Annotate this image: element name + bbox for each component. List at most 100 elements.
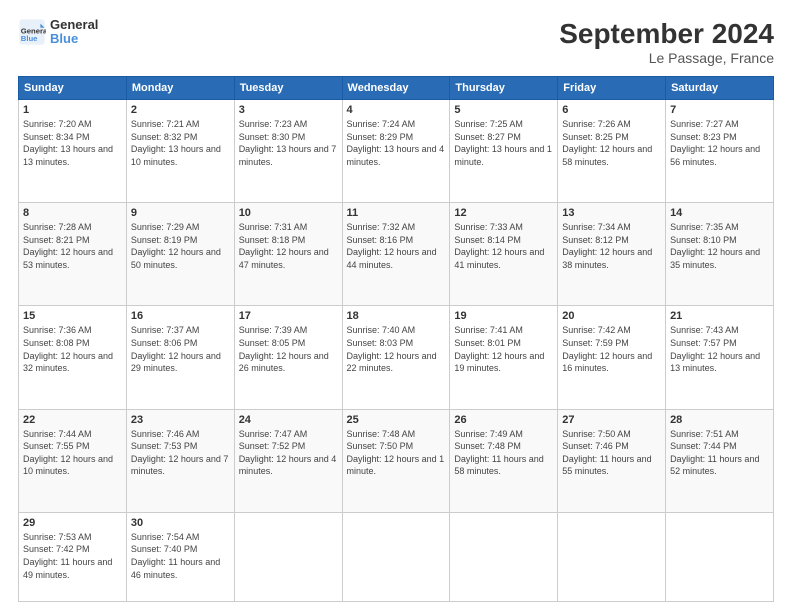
day-info: Sunrise: 7:48 AMSunset: 7:50 PMDaylight:…: [347, 428, 446, 478]
svg-text:Blue: Blue: [21, 34, 38, 43]
day-cell: 24 Sunrise: 7:47 AMSunset: 7:52 PMDaylig…: [234, 409, 342, 512]
title-block: September 2024 Le Passage, France: [559, 18, 774, 66]
day-info: Sunrise: 7:47 AMSunset: 7:52 PMDaylight:…: [239, 428, 338, 478]
day-info: Sunrise: 7:26 AMSunset: 8:25 PMDaylight:…: [562, 118, 661, 168]
day-info: Sunrise: 7:36 AMSunset: 8:08 PMDaylight:…: [23, 324, 122, 374]
day-cell: 15 Sunrise: 7:36 AMSunset: 8:08 PMDaylig…: [19, 306, 127, 409]
day-cell: 6 Sunrise: 7:26 AMSunset: 8:25 PMDayligh…: [558, 100, 666, 203]
logo-line2: Blue: [50, 32, 98, 46]
day-number: 2: [131, 104, 230, 116]
day-cell: 11 Sunrise: 7:32 AMSunset: 8:16 PMDaylig…: [342, 203, 450, 306]
day-cell: 18 Sunrise: 7:40 AMSunset: 8:03 PMDaylig…: [342, 306, 450, 409]
day-number: 15: [23, 310, 122, 322]
table-row: 8 Sunrise: 7:28 AMSunset: 8:21 PMDayligh…: [19, 203, 774, 306]
day-number: 26: [454, 414, 553, 426]
empty-cell: [558, 512, 666, 601]
day-cell: 4 Sunrise: 7:24 AMSunset: 8:29 PMDayligh…: [342, 100, 450, 203]
day-cell: 28 Sunrise: 7:51 AMSunset: 7:44 PMDaylig…: [666, 409, 774, 512]
day-cell: 5 Sunrise: 7:25 AMSunset: 8:27 PMDayligh…: [450, 100, 558, 203]
day-number: 1: [23, 104, 122, 116]
logo: General Blue General Blue: [18, 18, 98, 47]
calendar-header-row: Sunday Monday Tuesday Wednesday Thursday…: [19, 77, 774, 100]
day-number: 5: [454, 104, 553, 116]
table-row: 15 Sunrise: 7:36 AMSunset: 8:08 PMDaylig…: [19, 306, 774, 409]
page: General Blue General Blue September 2024…: [0, 0, 792, 612]
day-number: 19: [454, 310, 553, 322]
day-info: Sunrise: 7:44 AMSunset: 7:55 PMDaylight:…: [23, 428, 122, 478]
day-number: 4: [347, 104, 446, 116]
day-info: Sunrise: 7:25 AMSunset: 8:27 PMDaylight:…: [454, 118, 553, 168]
col-friday: Friday: [558, 77, 666, 100]
col-saturday: Saturday: [666, 77, 774, 100]
day-number: 8: [23, 207, 122, 219]
calendar-table: Sunday Monday Tuesday Wednesday Thursday…: [18, 76, 774, 602]
table-row: 29 Sunrise: 7:53 AMSunset: 7:42 PMDaylig…: [19, 512, 774, 601]
empty-cell: [234, 512, 342, 601]
day-number: 30: [131, 517, 230, 529]
day-cell: 12 Sunrise: 7:33 AMSunset: 8:14 PMDaylig…: [450, 203, 558, 306]
empty-cell: [450, 512, 558, 601]
day-info: Sunrise: 7:33 AMSunset: 8:14 PMDaylight:…: [454, 221, 553, 271]
day-info: Sunrise: 7:37 AMSunset: 8:06 PMDaylight:…: [131, 324, 230, 374]
day-number: 11: [347, 207, 446, 219]
logo-line1: General: [50, 18, 98, 32]
day-info: Sunrise: 7:35 AMSunset: 8:10 PMDaylight:…: [670, 221, 769, 271]
day-cell: 22 Sunrise: 7:44 AMSunset: 7:55 PMDaylig…: [19, 409, 127, 512]
day-info: Sunrise: 7:46 AMSunset: 7:53 PMDaylight:…: [131, 428, 230, 478]
col-tuesday: Tuesday: [234, 77, 342, 100]
day-number: 25: [347, 414, 446, 426]
day-cell: 13 Sunrise: 7:34 AMSunset: 8:12 PMDaylig…: [558, 203, 666, 306]
day-number: 13: [562, 207, 661, 219]
day-number: 12: [454, 207, 553, 219]
day-info: Sunrise: 7:40 AMSunset: 8:03 PMDaylight:…: [347, 324, 446, 374]
day-info: Sunrise: 7:31 AMSunset: 8:18 PMDaylight:…: [239, 221, 338, 271]
col-monday: Monday: [126, 77, 234, 100]
day-info: Sunrise: 7:49 AMSunset: 7:48 PMDaylight:…: [454, 428, 553, 478]
day-cell: 27 Sunrise: 7:50 AMSunset: 7:46 PMDaylig…: [558, 409, 666, 512]
day-cell: 26 Sunrise: 7:49 AMSunset: 7:48 PMDaylig…: [450, 409, 558, 512]
day-info: Sunrise: 7:34 AMSunset: 8:12 PMDaylight:…: [562, 221, 661, 271]
day-cell: 8 Sunrise: 7:28 AMSunset: 8:21 PMDayligh…: [19, 203, 127, 306]
day-info: Sunrise: 7:32 AMSunset: 8:16 PMDaylight:…: [347, 221, 446, 271]
day-info: Sunrise: 7:23 AMSunset: 8:30 PMDaylight:…: [239, 118, 338, 168]
day-cell: 14 Sunrise: 7:35 AMSunset: 8:10 PMDaylig…: [666, 203, 774, 306]
day-info: Sunrise: 7:27 AMSunset: 8:23 PMDaylight:…: [670, 118, 769, 168]
day-number: 21: [670, 310, 769, 322]
day-number: 29: [23, 517, 122, 529]
day-info: Sunrise: 7:24 AMSunset: 8:29 PMDaylight:…: [347, 118, 446, 168]
day-number: 28: [670, 414, 769, 426]
day-number: 20: [562, 310, 661, 322]
day-info: Sunrise: 7:53 AMSunset: 7:42 PMDaylight:…: [23, 531, 122, 581]
day-cell: 3 Sunrise: 7:23 AMSunset: 8:30 PMDayligh…: [234, 100, 342, 203]
empty-cell: [666, 512, 774, 601]
day-info: Sunrise: 7:20 AMSunset: 8:34 PMDaylight:…: [23, 118, 122, 168]
day-info: Sunrise: 7:28 AMSunset: 8:21 PMDaylight:…: [23, 221, 122, 271]
day-info: Sunrise: 7:39 AMSunset: 8:05 PMDaylight:…: [239, 324, 338, 374]
day-number: 18: [347, 310, 446, 322]
day-number: 6: [562, 104, 661, 116]
day-cell: 16 Sunrise: 7:37 AMSunset: 8:06 PMDaylig…: [126, 306, 234, 409]
day-cell: 20 Sunrise: 7:42 AMSunset: 7:59 PMDaylig…: [558, 306, 666, 409]
day-cell: 7 Sunrise: 7:27 AMSunset: 8:23 PMDayligh…: [666, 100, 774, 203]
day-info: Sunrise: 7:21 AMSunset: 8:32 PMDaylight:…: [131, 118, 230, 168]
day-info: Sunrise: 7:50 AMSunset: 7:46 PMDaylight:…: [562, 428, 661, 478]
day-info: Sunrise: 7:51 AMSunset: 7:44 PMDaylight:…: [670, 428, 769, 478]
day-cell: 9 Sunrise: 7:29 AMSunset: 8:19 PMDayligh…: [126, 203, 234, 306]
day-number: 14: [670, 207, 769, 219]
day-cell: 23 Sunrise: 7:46 AMSunset: 7:53 PMDaylig…: [126, 409, 234, 512]
day-info: Sunrise: 7:42 AMSunset: 7:59 PMDaylight:…: [562, 324, 661, 374]
header: General Blue General Blue September 2024…: [18, 18, 774, 66]
col-sunday: Sunday: [19, 77, 127, 100]
day-number: 23: [131, 414, 230, 426]
day-number: 22: [23, 414, 122, 426]
day-number: 27: [562, 414, 661, 426]
day-cell: 30 Sunrise: 7:54 AMSunset: 7:40 PMDaylig…: [126, 512, 234, 601]
day-cell: 21 Sunrise: 7:43 AMSunset: 7:57 PMDaylig…: [666, 306, 774, 409]
day-info: Sunrise: 7:43 AMSunset: 7:57 PMDaylight:…: [670, 324, 769, 374]
day-cell: 2 Sunrise: 7:21 AMSunset: 8:32 PMDayligh…: [126, 100, 234, 203]
page-subtitle: Le Passage, France: [559, 50, 774, 66]
day-number: 7: [670, 104, 769, 116]
day-number: 10: [239, 207, 338, 219]
day-number: 24: [239, 414, 338, 426]
logo-text: General Blue: [50, 18, 98, 47]
